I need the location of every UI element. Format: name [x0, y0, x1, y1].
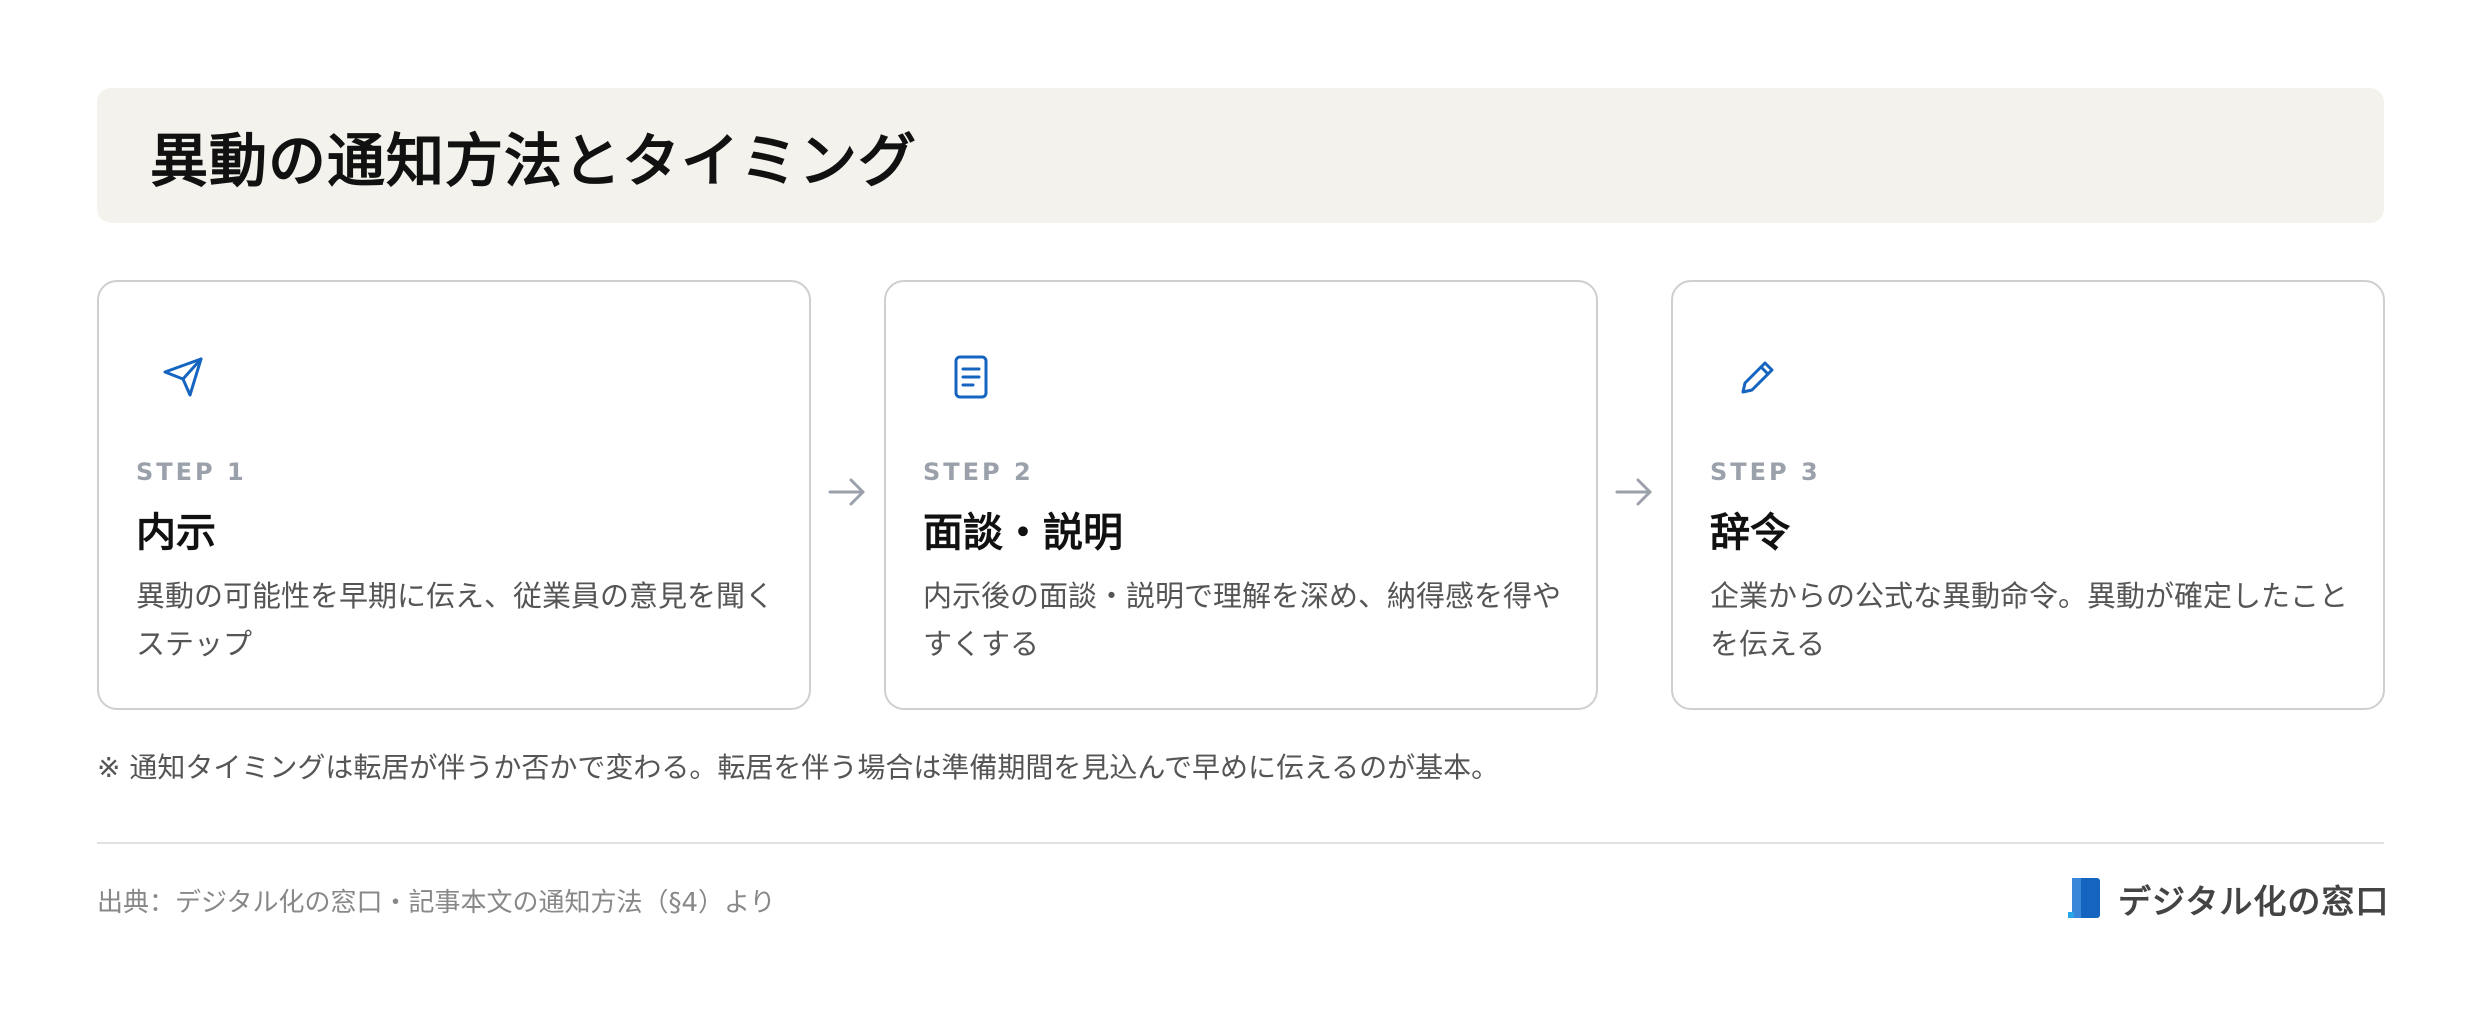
step-card-2: STEP 2 面談・説明 内示後の面談・説明で理解を深め、納得感を得やすくする [884, 280, 1598, 710]
step-label: STEP 1 [136, 458, 247, 486]
step-description: 企業からの公式な異動命令。異動が確定したことを伝える [1710, 579, 2349, 661]
pencil-icon [1733, 352, 1783, 402]
step-title: 内示 [136, 510, 216, 556]
title-banner: 異動の通知方法とタイミング [97, 88, 2384, 223]
brand-logo: デジタル化の窓口 [2068, 874, 2389, 924]
page-title: 異動の通知方法とタイミング [150, 126, 918, 195]
logo-text: デジタル化の窓口 [2118, 882, 2390, 921]
step-label: STEP 2 [923, 458, 1034, 486]
arrow-right-icon [825, 470, 869, 514]
logo-mark-icon [2068, 876, 2104, 922]
footer-divider [97, 842, 2384, 844]
step-card-3: STEP 3 辞令 企業からの公式な異動命令。異動が確定したことを伝える [1671, 280, 2385, 710]
arrow-right-icon [1612, 470, 1656, 514]
timing-note: ※ 通知タイミングは転居が伴うか否かで変わる。転居を伴う場合は準備期間を見込んで… [97, 751, 1500, 784]
step-card-1: STEP 1 内示 異動の可能性を早期に伝え、従業員の意見を聞くステップ [97, 280, 811, 710]
step-description: 内示後の面談・説明で理解を深め、納得感を得やすくする [923, 579, 1562, 661]
step-title: 辞令 [1710, 510, 1790, 556]
source-citation: 出典：デジタル化の窓口・記事本文の通知方法（§4）より [97, 888, 776, 918]
step-label: STEP 3 [1710, 458, 1821, 486]
step-description: 異動の可能性を早期に伝え、従業員の意見を聞くステップ [136, 579, 775, 661]
step-title: 面談・説明 [923, 510, 1123, 556]
document-icon [946, 352, 996, 402]
paper-plane-icon [159, 352, 209, 402]
